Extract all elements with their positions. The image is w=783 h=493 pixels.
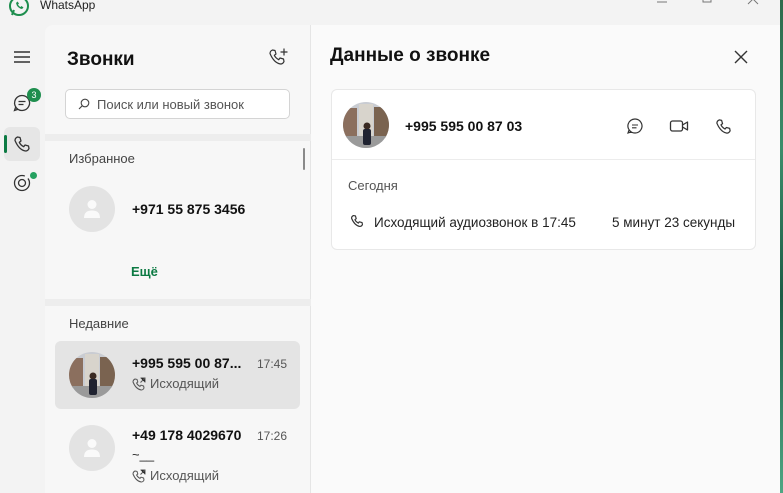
- favorites-label: Избранное: [69, 151, 135, 166]
- call-type: Исходящий: [132, 376, 219, 391]
- phone-icon: [350, 214, 364, 228]
- call-details-panel: Данные о звонке +995 595 00 87 03 Сегодн…: [311, 25, 780, 493]
- call-time: 17:26: [257, 429, 288, 443]
- close-details-button[interactable]: [731, 47, 751, 67]
- contact-avatar: [69, 425, 115, 471]
- add-call-icon: [269, 48, 288, 65]
- default-avatar-icon: [84, 439, 100, 457]
- unread-badge: 3: [27, 88, 41, 102]
- calls-panel: Звонки Избранное +971 55 875 3456 Ещё Не…: [45, 25, 311, 493]
- message-icon: [627, 118, 643, 134]
- contact-avatar-photo: [69, 352, 115, 398]
- call-description: Исходящий аудиозвонок в 17:45: [374, 215, 576, 230]
- outgoing-call-icon: [132, 469, 146, 483]
- call-duration: 5 минут 23 секунды: [612, 215, 736, 230]
- active-indicator: [4, 135, 7, 153]
- new-status-dot: [30, 172, 37, 179]
- avatar-photo: [343, 102, 389, 148]
- section-divider: [45, 299, 311, 306]
- video-call-button[interactable]: [667, 114, 691, 138]
- search-input[interactable]: [97, 96, 277, 112]
- navigation-rail: 3: [0, 24, 44, 493]
- phone-icon: [14, 136, 30, 152]
- recent-call-item[interactable]: +995 595 00 87... 17:45 Исходящий: [55, 341, 300, 409]
- voice-call-button[interactable]: [711, 114, 735, 138]
- menu-button[interactable]: [4, 40, 40, 74]
- call-contact-name: +995 595 00 87...: [132, 355, 242, 371]
- call-details-card: +995 595 00 87 03 Сегодня Исходящий ауди…: [331, 89, 756, 250]
- card-divider: [332, 159, 755, 160]
- more-favorites-link[interactable]: Ещё: [131, 264, 158, 279]
- chats-button[interactable]: 3: [4, 86, 41, 120]
- hamburger-icon: [14, 51, 30, 63]
- minimize-icon[interactable]: [655, 0, 669, 6]
- details-title: Данные о звонке: [330, 45, 491, 66]
- call-contact-subname: ~__: [132, 447, 155, 462]
- video-camera-icon: [669, 120, 689, 132]
- call-day-label: Сегодня: [348, 178, 398, 193]
- maximize-icon[interactable]: [700, 0, 714, 6]
- status-button[interactable]: [4, 166, 40, 200]
- call-contact-name: +49 178 4029670: [132, 427, 242, 443]
- call-time: 17:45: [257, 357, 288, 371]
- status-icon: [13, 174, 31, 192]
- recent-label: Недавние: [69, 316, 129, 331]
- search-box[interactable]: [65, 89, 290, 119]
- favorite-contact-name[interactable]: +971 55 875 3456: [132, 201, 245, 217]
- calls-button[interactable]: [4, 127, 40, 161]
- window-close-icon[interactable]: [746, 0, 760, 6]
- call-type-label: Исходящий: [150, 376, 219, 391]
- title-bar: WhatsApp: [0, 0, 783, 24]
- contact-number: +995 595 00 87 03: [405, 118, 523, 134]
- search-icon: [78, 98, 90, 110]
- avatar-photo: [69, 352, 115, 398]
- outgoing-call-icon: [132, 377, 146, 391]
- new-call-button[interactable]: [267, 45, 291, 69]
- phone-icon: [715, 118, 731, 134]
- default-avatar-icon: [84, 200, 100, 218]
- message-button[interactable]: [623, 114, 647, 138]
- calls-title: Звонки: [67, 49, 135, 70]
- app-title: WhatsApp: [40, 0, 96, 12]
- close-icon: [734, 50, 748, 64]
- favorite-avatar[interactable]: [69, 186, 115, 232]
- contact-avatar-photo[interactable]: [343, 102, 389, 148]
- call-type-label: Исходящий: [150, 468, 219, 483]
- call-type: Исходящий: [132, 468, 219, 483]
- whatsapp-logo-icon: [9, 0, 29, 16]
- recent-call-item[interactable]: +49 178 4029670 17:26 ~__ Исходящий: [55, 415, 300, 483]
- section-divider: [45, 134, 311, 141]
- scrollbar-thumb[interactable]: [303, 148, 305, 170]
